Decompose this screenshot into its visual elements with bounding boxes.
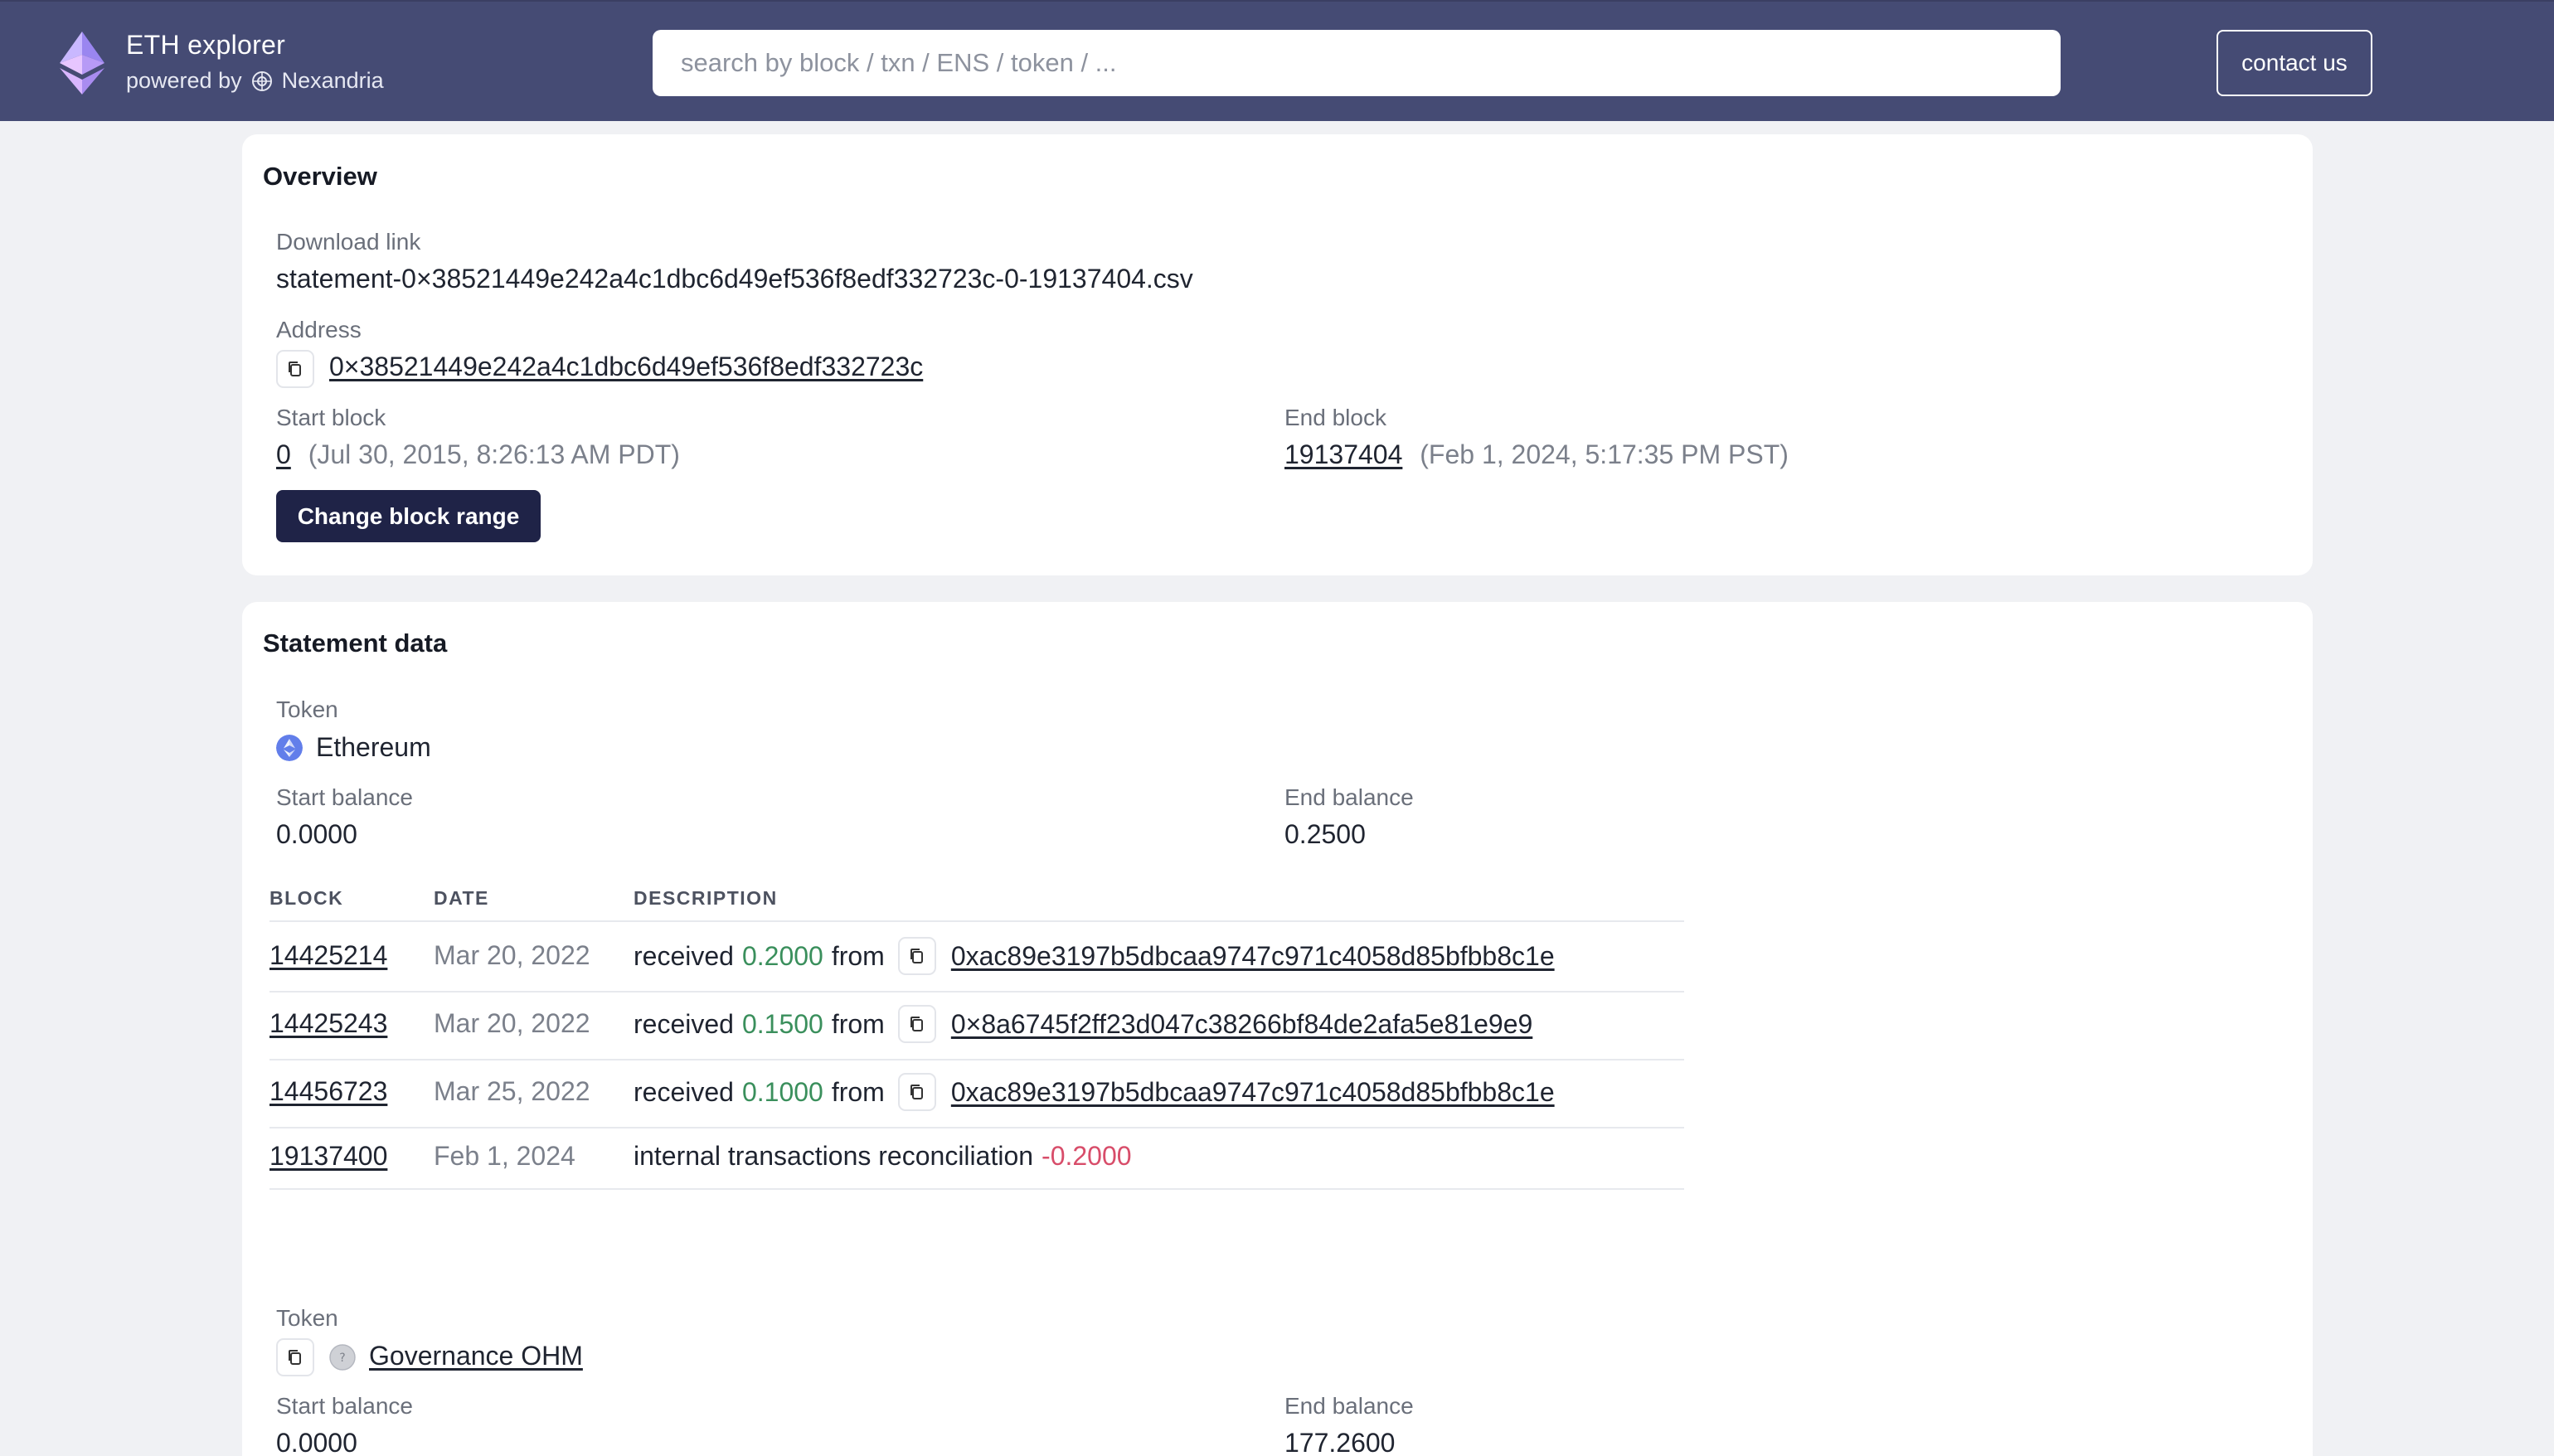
- statement-title: Statement data: [263, 629, 448, 658]
- ethereum-token-icon: [276, 735, 303, 761]
- powered-by-name[interactable]: Nexandria: [282, 68, 384, 94]
- start-block-date: (Jul 30, 2015, 8:26:13 AM PDT): [308, 439, 680, 469]
- table-row-block-link[interactable]: 14425214: [269, 940, 387, 971]
- table-divider: [269, 1188, 1684, 1190]
- svg-text:?: ?: [339, 1352, 345, 1365]
- end-balance: 0.2500: [1284, 819, 1366, 849]
- table-divider: [269, 920, 1684, 922]
- start-block-link[interactable]: 0: [276, 439, 291, 469]
- statement-card: Statement data Token Ethereum Start bala…: [242, 602, 2313, 1456]
- token-label: Token: [276, 1305, 338, 1331]
- description-suffix: from: [831, 1076, 885, 1107]
- copy-address-button[interactable]: [897, 1073, 936, 1111]
- copy-address-button[interactable]: [276, 350, 314, 388]
- copy-icon: [910, 1017, 923, 1031]
- end-balance-label: End balance: [1284, 784, 1414, 810]
- description-prefix: received: [634, 1076, 734, 1107]
- start-balance-label: Start balance: [276, 784, 413, 810]
- powered-by-label: powered by: [126, 68, 242, 93]
- table-row-description: internal transactions reconciliation -0.…: [634, 1141, 1132, 1172]
- address-label: Address: [276, 317, 362, 342]
- overview-title: Overview: [263, 162, 377, 191]
- copy-address-button[interactable]: [897, 937, 936, 975]
- table-divider: [269, 1127, 1684, 1128]
- column-header-description[interactable]: DESCRIPTION: [634, 887, 778, 910]
- description-prefix: internal transactions reconciliation: [634, 1141, 1034, 1171]
- table-row-date: Mar 25, 2022: [434, 1076, 590, 1106]
- copy-icon: [910, 949, 923, 963]
- start-balance-label: Start balance: [276, 1393, 413, 1419]
- start-block-label: Start block: [276, 405, 386, 430]
- overview-card: Overview Download link statement-0×38521…: [242, 134, 2313, 575]
- column-header-date[interactable]: DATE: [434, 887, 489, 910]
- download-link[interactable]: statement-0×38521449e242a4c1dbc6d49ef536…: [276, 264, 1193, 294]
- end-block-label: End block: [1284, 405, 1386, 430]
- end-balance: 177.2600: [1284, 1428, 1396, 1456]
- counterparty-address-link[interactable]: 0×8a6745f2ff23d047c38266bf84de2afa5e81e9…: [951, 1009, 1532, 1040]
- governance-ohm-token-icon: ?: [329, 1344, 356, 1371]
- end-block-link[interactable]: 19137404: [1284, 439, 1402, 469]
- counterparty-address-link[interactable]: 0xac89e3197b5dbcaa9747c971c4058d85bfbb8c…: [951, 1077, 1555, 1108]
- copy-icon: [910, 1085, 923, 1099]
- copy-token-address-button[interactable]: [276, 1338, 314, 1376]
- copy-icon: [289, 362, 301, 376]
- end-block: 19137404 (Feb 1, 2024, 5:17:35 PM PST): [1284, 439, 1789, 470]
- amount: 0.1500: [741, 1008, 823, 1039]
- table-divider: [269, 1059, 1684, 1060]
- token-name-link[interactable]: Governance OHM: [369, 1341, 583, 1371]
- end-balance-label: End balance: [1284, 1393, 1414, 1419]
- table-row-block-link[interactable]: 14425243: [269, 1008, 387, 1039]
- table-row-date: Mar 20, 2022: [434, 1008, 590, 1038]
- description-prefix: received: [634, 940, 734, 971]
- copy-icon: [289, 1350, 301, 1365]
- contact-us-button[interactable]: contact us: [2217, 30, 2372, 96]
- powered-by: powered by Nexandria: [126, 68, 384, 94]
- address-link[interactable]: 0×38521449e242a4c1dbc6d49ef536f8edf33272…: [329, 352, 923, 382]
- change-block-range-button[interactable]: Change block range: [276, 490, 541, 542]
- start-balance: 0.0000: [276, 819, 357, 849]
- table-row-date: Mar 20, 2022: [434, 940, 590, 970]
- top-navbar: ETH explorer powered by Nexandria contac…: [0, 0, 2554, 121]
- nexandria-logo-icon: [251, 70, 272, 91]
- description-suffix: from: [831, 940, 885, 971]
- start-block: 0 (Jul 30, 2015, 8:26:13 AM PDT): [276, 439, 680, 470]
- table-row-block-link[interactable]: 19137400: [269, 1141, 387, 1172]
- table-row-description: received 0.1500 from 0×8a6745f2ff23d047c…: [634, 1005, 1532, 1043]
- start-balance: 0.0000: [276, 1428, 357, 1456]
- column-header-block[interactable]: BLOCK: [269, 887, 343, 910]
- description-prefix: received: [634, 1008, 734, 1039]
- table-row-date: Feb 1, 2024: [434, 1141, 575, 1171]
- table-row-description: received 0.1000 from 0xac89e3197b5dbcaa9…: [634, 1073, 1555, 1111]
- download-link-label: Download link: [276, 229, 421, 255]
- description-suffix: from: [831, 1008, 885, 1039]
- table-row-description: received 0.2000 from 0xac89e3197b5dbcaa9…: [634, 937, 1555, 975]
- amount: -0.2000: [1042, 1141, 1132, 1171]
- search-input[interactable]: [653, 30, 2061, 96]
- amount: 0.2000: [741, 940, 823, 971]
- token-label: Token: [276, 696, 338, 722]
- table-divider: [269, 991, 1684, 993]
- copy-address-button[interactable]: [897, 1005, 936, 1043]
- table-row-block-link[interactable]: 14456723: [269, 1076, 387, 1107]
- counterparty-address-link[interactable]: 0xac89e3197b5dbcaa9747c971c4058d85bfbb8c…: [951, 941, 1555, 972]
- amount: 0.1000: [741, 1076, 823, 1107]
- ethereum-logo-icon[interactable]: [60, 32, 104, 95]
- app-title[interactable]: ETH explorer: [126, 30, 285, 61]
- token-name: Ethereum: [316, 732, 431, 762]
- end-block-date: (Feb 1, 2024, 5:17:35 PM PST): [1420, 439, 1789, 469]
